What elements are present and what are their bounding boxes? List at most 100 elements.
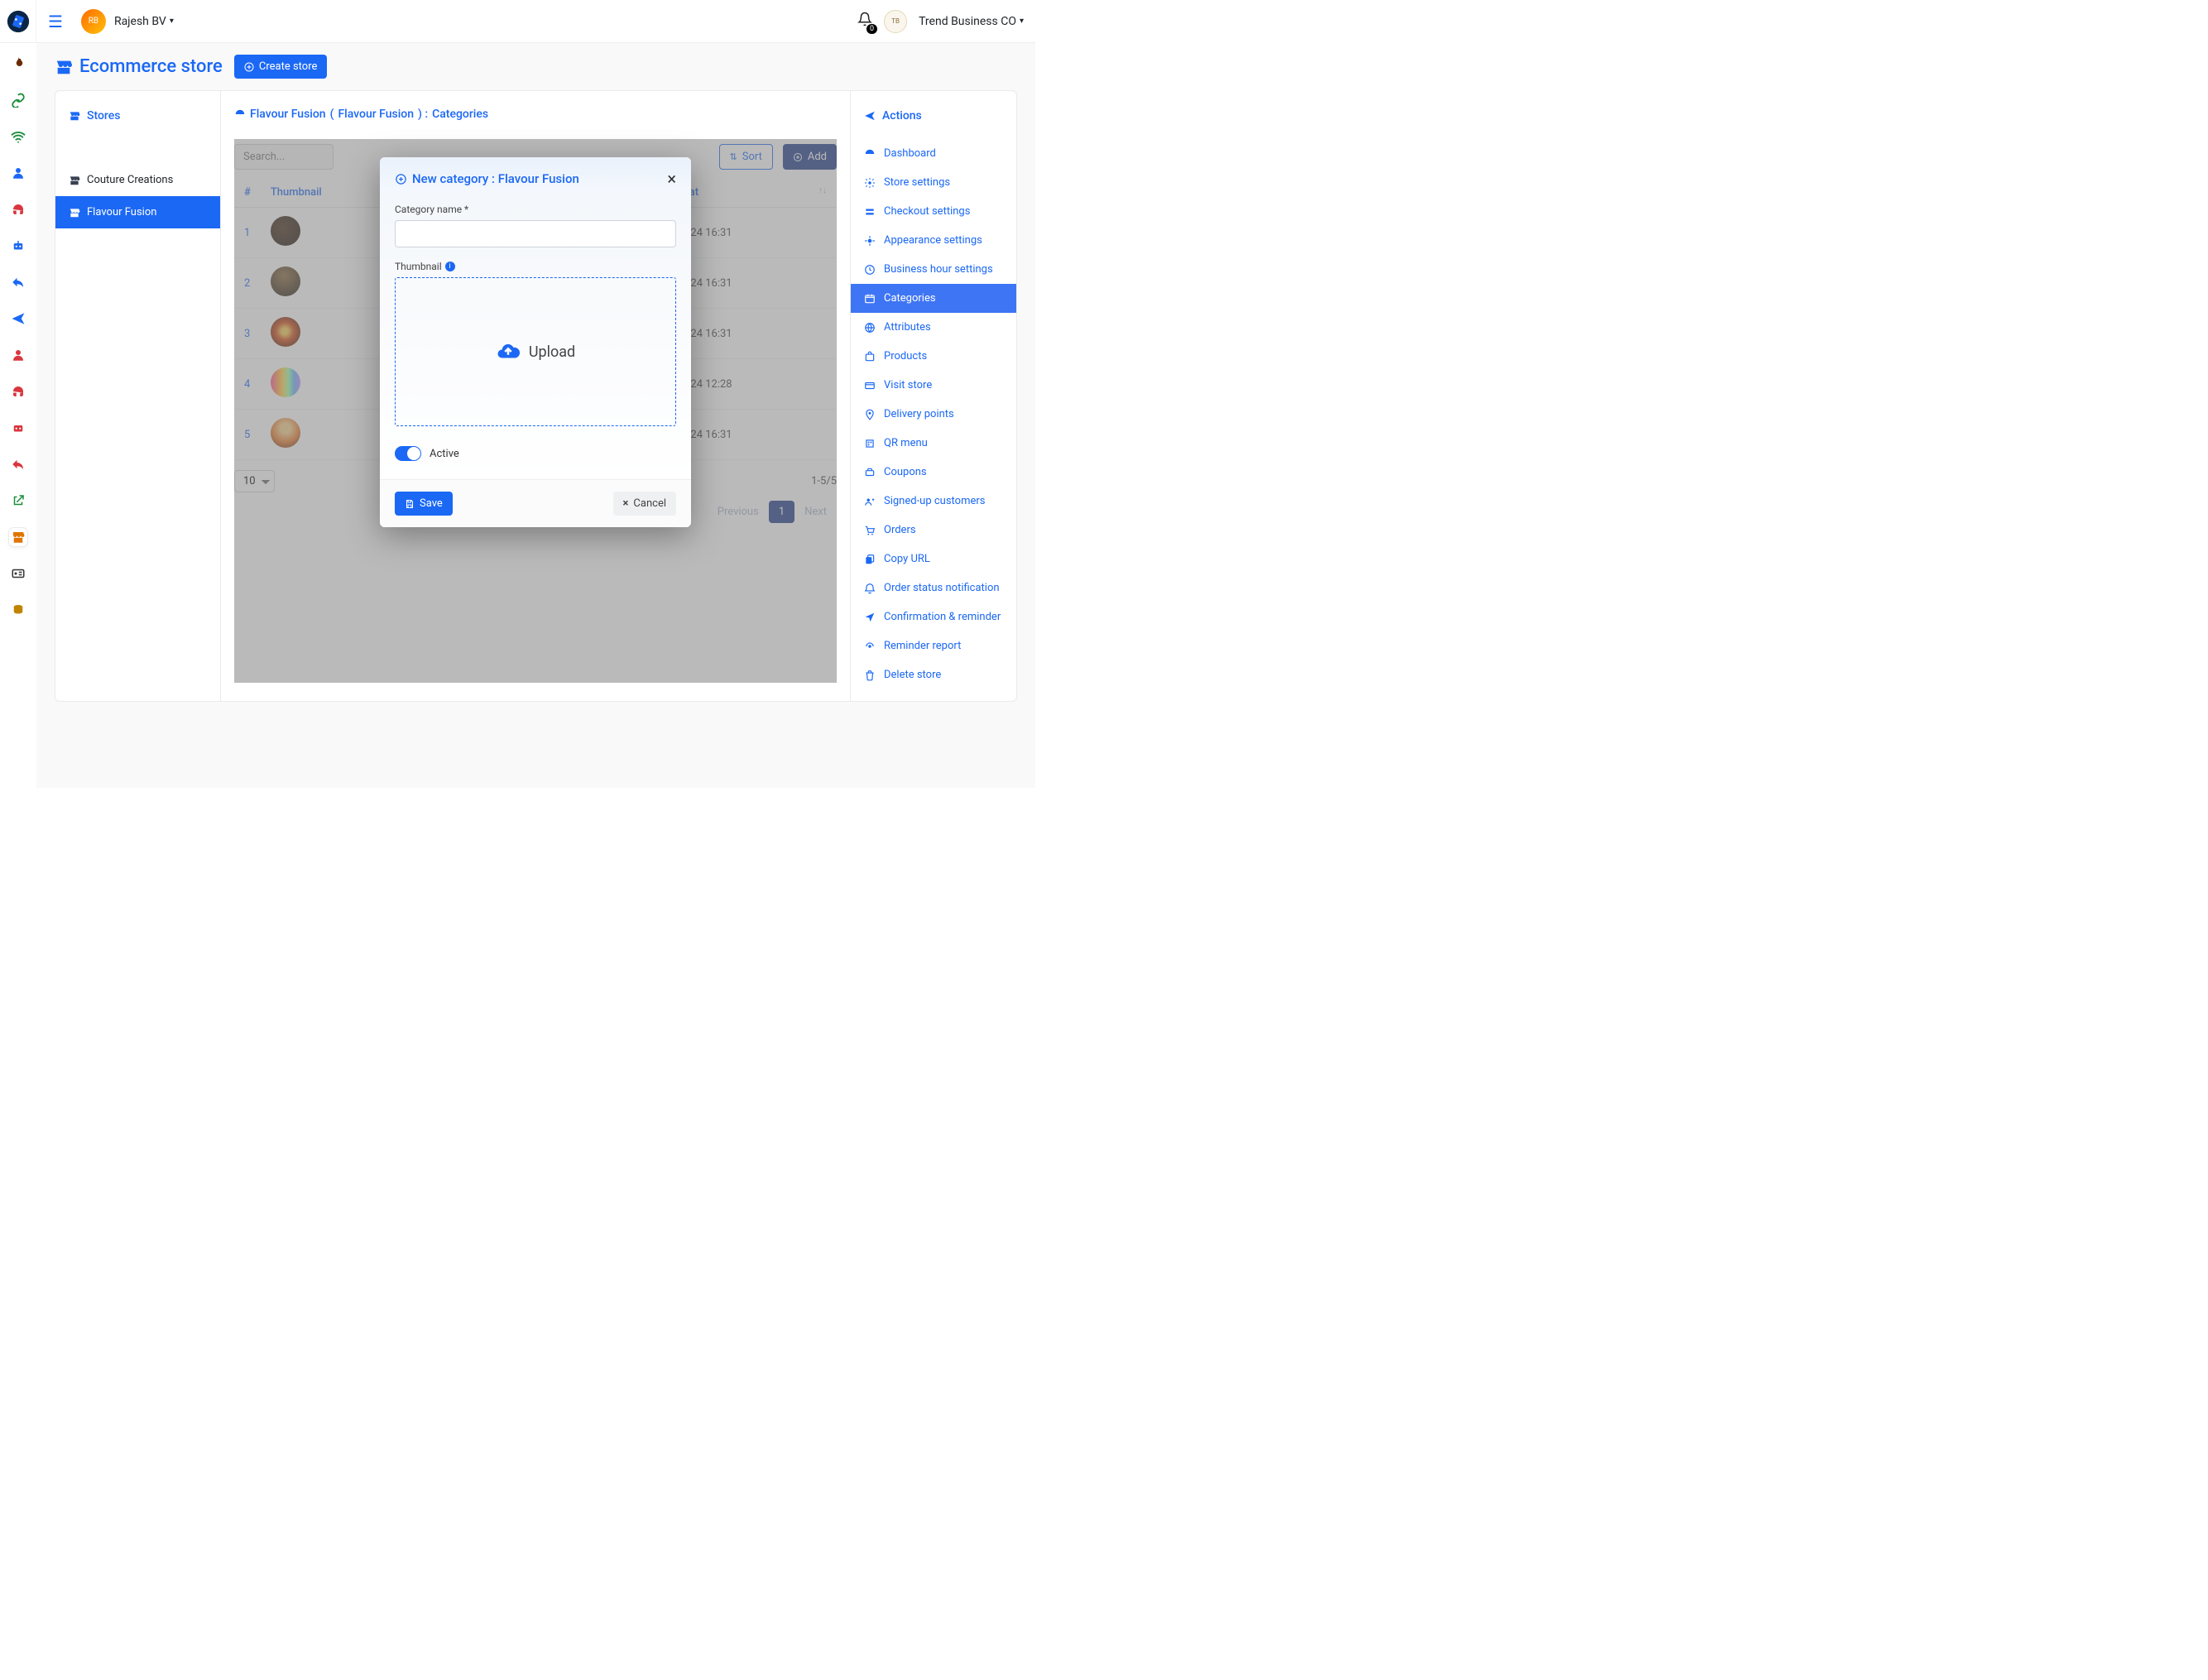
- action-qr-menu[interactable]: QR menu: [851, 429, 1016, 458]
- user-menu[interactable]: RB Rajesh BV ▾: [81, 9, 174, 34]
- action-signed-up-customers[interactable]: Signed-up customers: [851, 487, 1016, 516]
- nav-robot-alt-icon[interactable]: [9, 419, 27, 437]
- store-icon: [69, 110, 80, 122]
- action-store-settings[interactable]: Store settings: [851, 168, 1016, 197]
- action-icon: [864, 322, 876, 334]
- action-icon: [864, 409, 876, 420]
- action-visit-store[interactable]: Visit store: [851, 371, 1016, 400]
- topbar: ☰ RB Rajesh BV ▾ 0 TB Trend Business CO …: [0, 0, 1035, 43]
- thumbnail-label: Thumbnail i: [395, 261, 676, 272]
- action-icon: [864, 235, 876, 247]
- nav-user-icon[interactable]: [9, 164, 27, 182]
- action-dashboard[interactable]: Dashboard: [851, 139, 1016, 168]
- send-icon: [864, 110, 876, 122]
- new-category-modal: New category : Flavour Fusion × Category…: [380, 157, 691, 527]
- action-confirmation-reminder[interactable]: Confirmation & reminder: [851, 602, 1016, 631]
- modal-title: New category : Flavour Fusion: [395, 171, 579, 186]
- action-icon: [864, 612, 876, 623]
- save-button[interactable]: Save: [395, 492, 453, 516]
- caret-down-icon: ▾: [1020, 17, 1024, 26]
- action-icon: [864, 293, 876, 305]
- breadcrumb: Flavour Fusion ( Flavour Fusion ) : Cate…: [221, 103, 850, 136]
- nav-headset-alt-icon[interactable]: [9, 382, 27, 401]
- action-business-hour-settings[interactable]: Business hour settings: [851, 255, 1016, 284]
- info-icon[interactable]: i: [445, 262, 455, 271]
- category-name-input[interactable]: [395, 220, 676, 247]
- breadcrumb-store[interactable]: Flavour Fusion: [250, 108, 326, 121]
- action-icon: [864, 525, 876, 536]
- action-icon: [864, 380, 876, 391]
- action-icon: [864, 583, 876, 594]
- cancel-button[interactable]: × Cancel: [613, 492, 676, 516]
- business-logo: TB: [884, 10, 907, 33]
- action-coupons[interactable]: Coupons: [851, 458, 1016, 487]
- action-icon: [864, 177, 876, 189]
- action-order-status-notification[interactable]: Order status notification: [851, 574, 1016, 602]
- action-icon: [864, 148, 876, 160]
- action-reminder-report[interactable]: Reminder report: [851, 631, 1016, 660]
- breadcrumb-section: Categories: [432, 108, 488, 121]
- action-copy-url[interactable]: Copy URL: [851, 545, 1016, 574]
- plus-circle-icon: [395, 173, 407, 185]
- nav-share-icon[interactable]: [9, 492, 27, 510]
- user-avatar: RB: [81, 9, 106, 34]
- nav-card-icon[interactable]: [9, 564, 27, 583]
- cloud-upload-icon: [496, 339, 521, 364]
- store-icon: [55, 58, 73, 76]
- thumbnail-upload[interactable]: Upload: [395, 277, 676, 426]
- close-icon: ×: [623, 497, 629, 510]
- hamburger-icon[interactable]: ☰: [48, 12, 63, 31]
- store-icon: [69, 175, 80, 186]
- action-appearance-settings[interactable]: Appearance settings: [851, 226, 1016, 255]
- action-icon: [864, 351, 876, 362]
- caret-down-icon: ▾: [170, 17, 174, 26]
- actions-heading: Actions: [851, 103, 1016, 139]
- nav-link-icon[interactable]: [9, 91, 27, 109]
- active-toggle[interactable]: [395, 446, 421, 461]
- app-logo[interactable]: [0, 0, 36, 43]
- active-label: Active: [430, 448, 459, 460]
- nav-coins-icon[interactable]: [9, 601, 27, 619]
- action-icon: [864, 554, 876, 565]
- store-item-couture[interactable]: Couture Creations: [55, 164, 220, 196]
- action-icon: [864, 496, 876, 507]
- action-icon: [864, 206, 876, 218]
- action-attributes[interactable]: Attributes: [851, 313, 1016, 342]
- notification-count: 0: [866, 24, 877, 34]
- nav-send-icon[interactable]: [9, 310, 27, 328]
- store-icon: [69, 207, 80, 218]
- save-icon: [405, 499, 415, 509]
- nav-reply-alt-icon[interactable]: [9, 455, 27, 473]
- nav-wifi-icon[interactable]: [9, 127, 27, 146]
- notification-bell[interactable]: 0: [857, 12, 872, 31]
- action-icon: [864, 264, 876, 276]
- user-name: Rajesh BV: [114, 15, 166, 28]
- modal-close-button[interactable]: ×: [667, 170, 676, 187]
- action-icon: [864, 641, 876, 652]
- action-icon: [864, 670, 876, 681]
- page-title: Ecommerce store: [55, 56, 223, 77]
- nav-store-icon[interactable]: [9, 528, 27, 546]
- business-menu[interactable]: Trend Business CO ▾: [919, 15, 1024, 28]
- left-nav: [0, 43, 36, 788]
- action-orders[interactable]: Orders: [851, 516, 1016, 545]
- action-delivery-points[interactable]: Delivery points: [851, 400, 1016, 429]
- action-delete-store[interactable]: Delete store: [851, 660, 1016, 689]
- store-item-flavour-fusion[interactable]: Flavour Fusion: [55, 196, 220, 228]
- nav-user-alt-icon[interactable]: [9, 346, 27, 364]
- nav-fire-icon[interactable]: [9, 55, 27, 73]
- action-products[interactable]: Products: [851, 342, 1016, 371]
- nav-robot-icon[interactable]: [9, 237, 27, 255]
- nav-headset-icon[interactable]: [9, 200, 27, 218]
- plus-circle-icon: [244, 62, 254, 72]
- stores-heading: Stores: [55, 103, 220, 139]
- nav-reply-icon[interactable]: [9, 273, 27, 291]
- dashboard-icon: [234, 108, 246, 120]
- action-icon: [864, 438, 876, 449]
- create-store-button[interactable]: Create store: [234, 55, 328, 79]
- action-categories[interactable]: Categories: [851, 284, 1016, 313]
- action-checkout-settings[interactable]: Checkout settings: [851, 197, 1016, 226]
- breadcrumb-store-alt[interactable]: Flavour Fusion: [338, 108, 414, 121]
- category-name-label: Category name *: [395, 204, 676, 215]
- action-icon: [864, 467, 876, 478]
